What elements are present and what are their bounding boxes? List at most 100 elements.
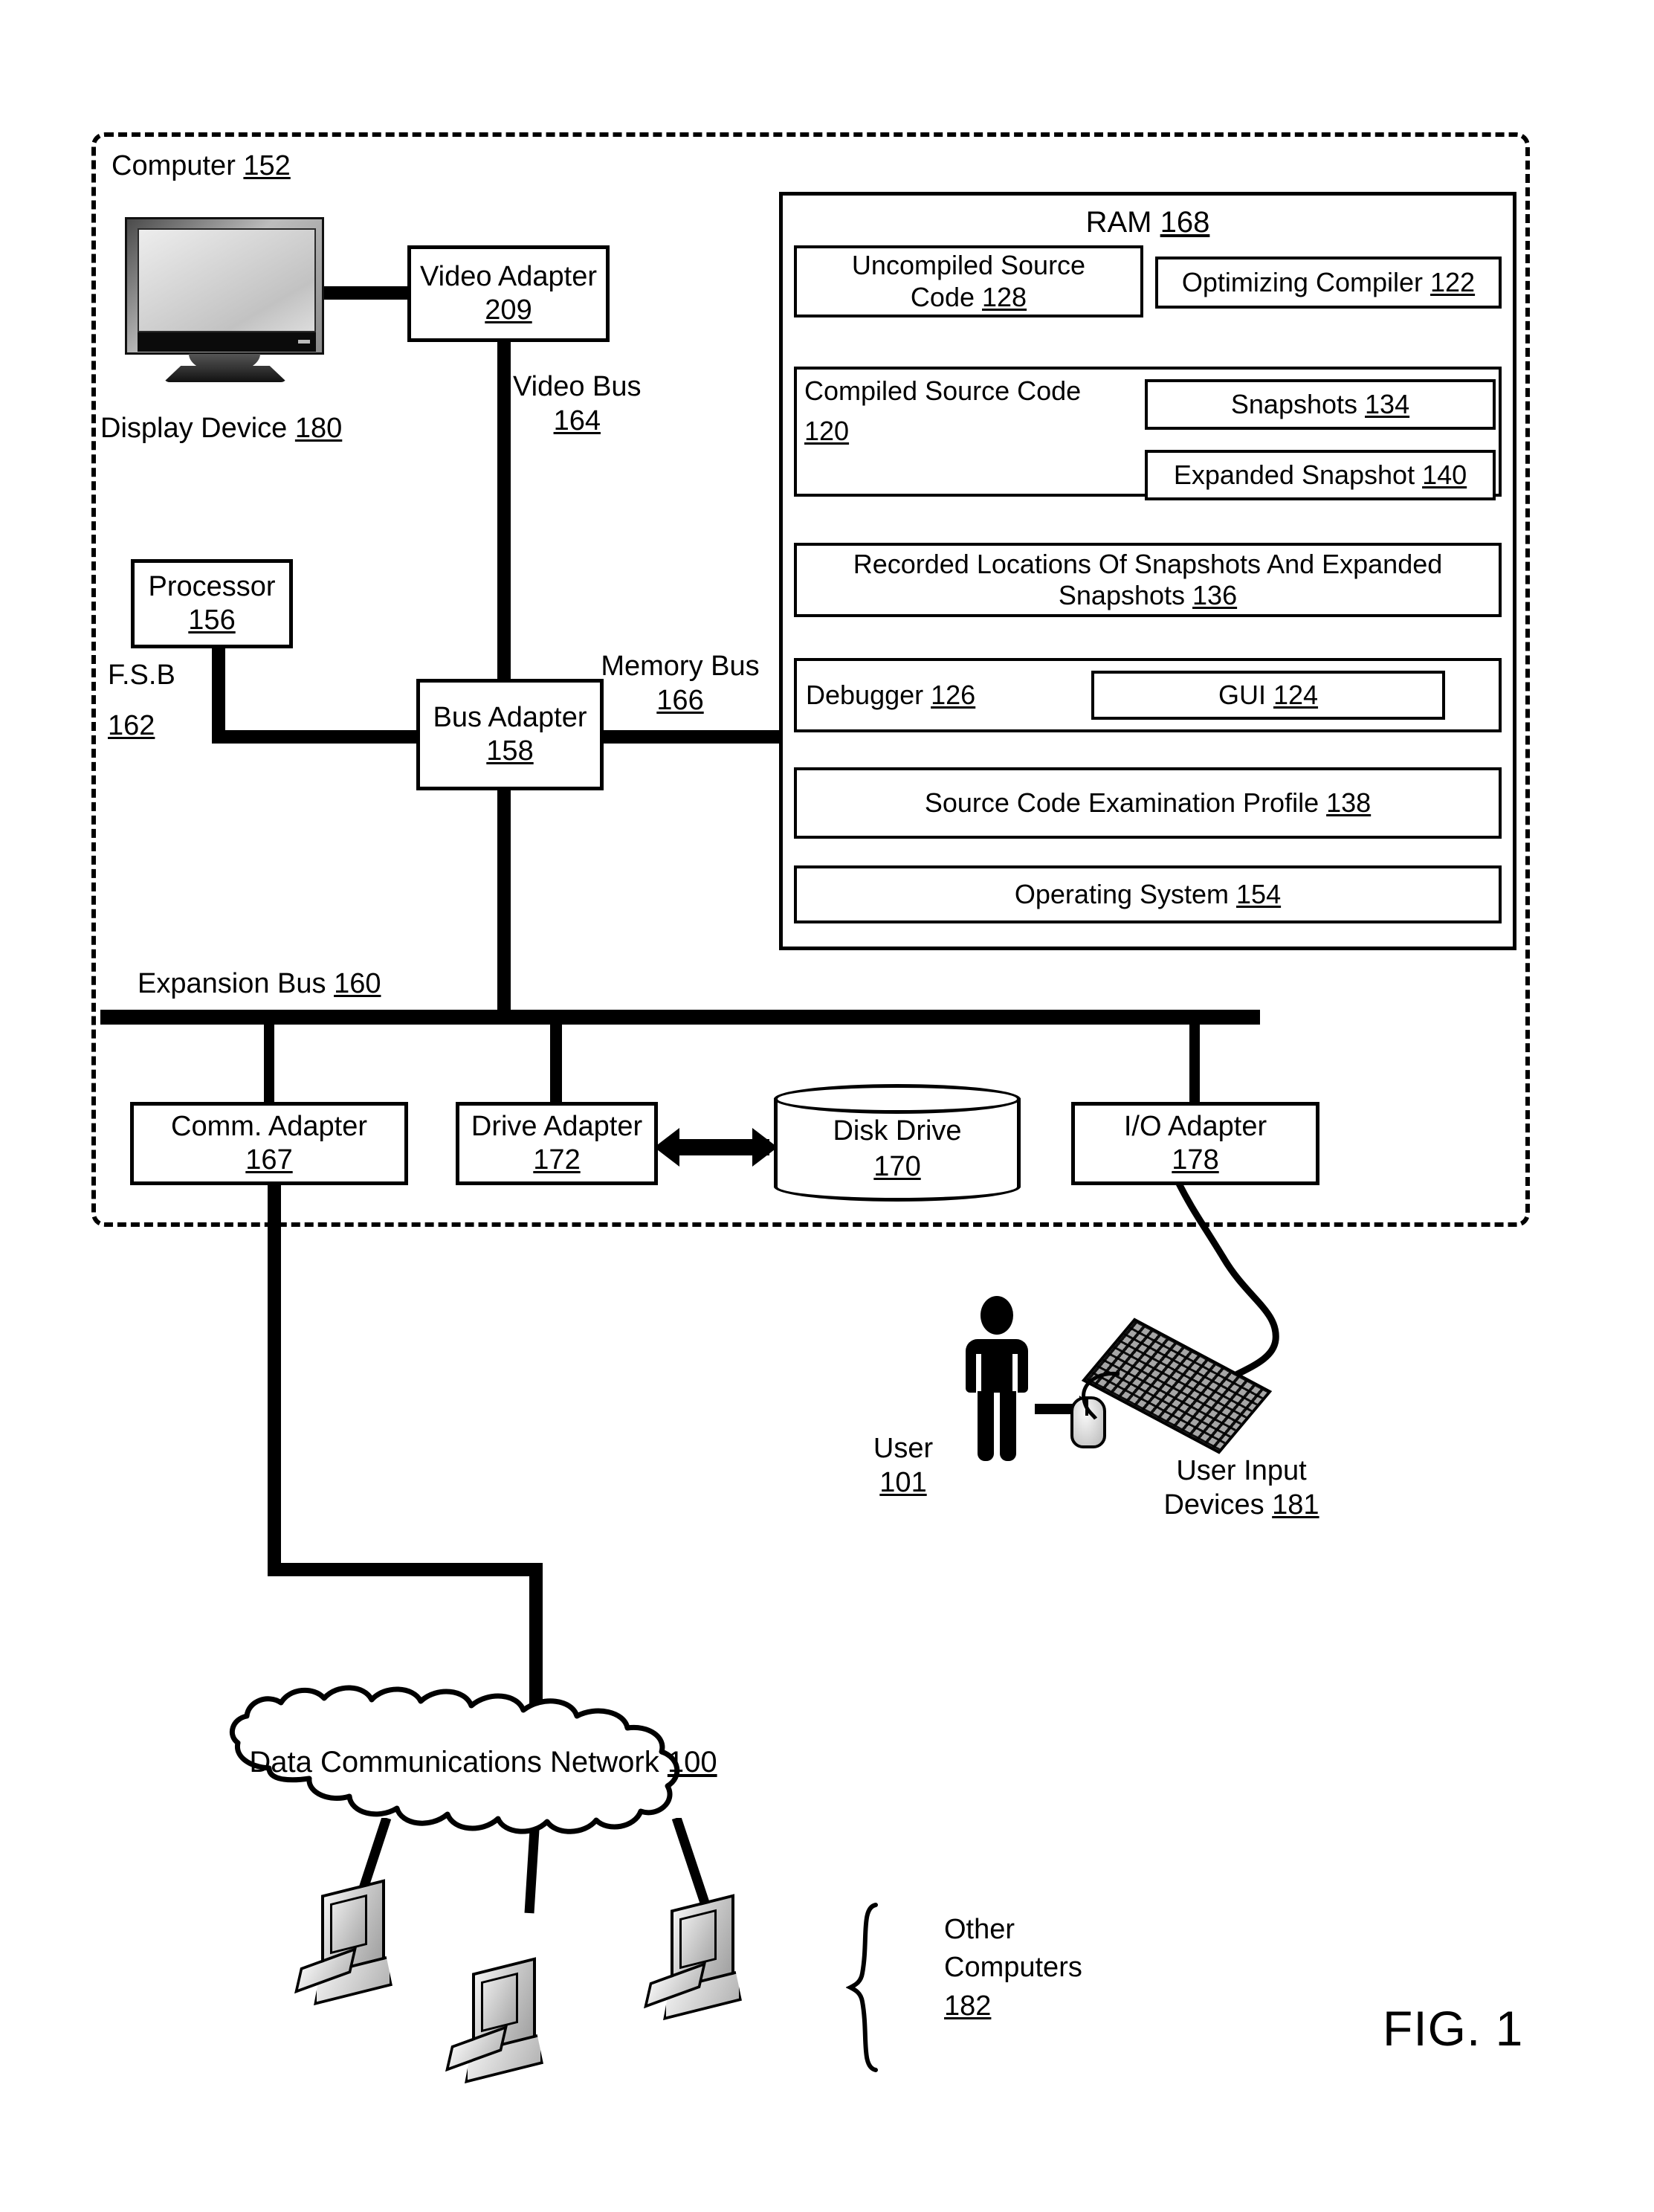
comm-adapter-ref: 167: [245, 1144, 293, 1176]
video-bus-label-text: Video Bus: [513, 371, 642, 402]
fsb-label: F.S.B 162: [108, 658, 175, 744]
display-to-video-adapter-line: [321, 286, 410, 300]
uncompiled-source-code-line2: Code: [910, 281, 975, 312]
compiled-source-code-line1: Compiled Source Code: [804, 375, 1082, 406]
network-label-text: Data Communications Network: [249, 1746, 659, 1779]
computer-label-text: Computer: [112, 150, 236, 181]
processor-box[interactable]: Processor 156: [131, 559, 293, 648]
comm-to-network-horizontal: [268, 1563, 543, 1576]
monitor-bezel: [125, 217, 324, 355]
operating-system-label: Operating System: [1014, 878, 1230, 909]
gui-label: GUI: [1218, 679, 1266, 710]
drive-adapter-ref: 172: [533, 1144, 581, 1176]
video-bus-label: Video Bus 164: [513, 370, 642, 439]
video-adapter-ref: 209: [485, 294, 532, 326]
disk-drive-ref: 170: [873, 1150, 921, 1182]
monitor-base: [164, 366, 287, 382]
other-computers-label: Other Computers 182: [944, 1911, 1082, 2025]
figure-canvas: Computer 152 Display Device 180 Video Ad…: [0, 0, 1654, 2212]
disk-drive-cylinder[interactable]: Disk Drive 170: [774, 1084, 1021, 1202]
user-icon: [961, 1296, 1033, 1461]
computer-screen-3: [679, 1909, 717, 1970]
debugger-label: Debugger: [806, 679, 924, 710]
display-device-icon: [125, 217, 324, 382]
uncompiled-source-code-box[interactable]: Uncompiled Source Code 128: [794, 245, 1143, 317]
user-input-devices-label: User Input Devices 181: [1130, 1454, 1353, 1523]
expansion-bus-label-text: Expansion Bus: [138, 968, 326, 999]
expansion-bus-line: [100, 1010, 1260, 1025]
io-adapter-label: I/O Adapter: [1123, 1111, 1267, 1143]
bus-adapter-box[interactable]: Bus Adapter 158: [416, 679, 604, 790]
display-device-ref: 180: [294, 413, 343, 444]
video-adapter-label: Video Adapter: [419, 261, 598, 293]
other-computer-icon-3[interactable]: [644, 1894, 758, 2022]
expansion-bus-ref: 160: [334, 968, 381, 999]
io-adapter-ref: 178: [1172, 1144, 1219, 1176]
disk-drive-top: [774, 1084, 1021, 1114]
monitor-power-led: [298, 340, 310, 344]
user-label: User 101: [859, 1431, 948, 1500]
other-computers-brace: [846, 1903, 878, 2072]
compiled-source-code-ref: 120: [804, 416, 850, 447]
comm-adapter-label: Comm. Adapter: [171, 1111, 367, 1143]
drive-adapter-box[interactable]: Drive Adapter 172: [456, 1102, 658, 1185]
user-input-devices-line2: Devices: [1163, 1489, 1264, 1521]
recorded-locations-line2: Snapshots: [1058, 580, 1186, 610]
expanded-snapshot-box[interactable]: Expanded Snapshot 140: [1145, 450, 1496, 500]
drive-adapter-drop-line: [550, 1023, 562, 1103]
comm-adapter-box[interactable]: Comm. Adapter 167: [130, 1102, 408, 1185]
computer-label: Computer 152: [112, 149, 291, 183]
operating-system-box[interactable]: Operating System 154: [794, 865, 1502, 923]
user-leg-left: [978, 1391, 994, 1461]
io-adapter-box[interactable]: I/O Adapter 178: [1071, 1102, 1319, 1185]
network-ref: 100: [667, 1746, 717, 1779]
optimizing-compiler-ref: 122: [1430, 266, 1476, 297]
comm-to-network-vertical-1: [268, 1185, 281, 1573]
memory-bus-label-text: Memory Bus: [601, 651, 760, 682]
monitor-chin: [138, 332, 316, 352]
network-label: Data Communications Network 100: [186, 1746, 781, 1779]
figure-caption: FIG. 1: [1383, 2001, 1524, 2056]
data-communications-network-cloud[interactable]: Data Communications Network 100: [186, 1679, 781, 1850]
video-adapter-box[interactable]: Video Adapter 209: [407, 245, 610, 342]
recorded-locations-line1: Recorded Locations Of Snapshots And Expa…: [853, 548, 1443, 579]
source-code-examination-profile-label: Source Code Examination Profile: [924, 787, 1319, 818]
expansion-bus-label: Expansion Bus 160: [138, 967, 381, 1001]
memory-bus-ref: 166: [656, 685, 704, 717]
other-computer-icon-1[interactable]: [294, 1879, 409, 2008]
other-computers-ref: 182: [944, 1990, 992, 2022]
other-computer-icon-2[interactable]: [445, 1957, 560, 2086]
snapshots-label: Snapshots: [1230, 388, 1358, 419]
computer-ref: 152: [243, 150, 291, 181]
recorded-locations-ref: 136: [1192, 580, 1238, 610]
gui-box[interactable]: GUI 124: [1091, 671, 1445, 720]
monitor-screen: [138, 228, 316, 332]
debugger-ref: 126: [931, 679, 976, 710]
io-adapter-drop-line: [1189, 1023, 1200, 1103]
fsb-label-text: F.S.B: [108, 660, 175, 691]
bus-adapter-to-expansion-line: [497, 788, 511, 1022]
display-device-label-text: Display Device: [100, 413, 288, 444]
source-code-examination-profile-ref: 138: [1326, 787, 1372, 818]
disk-drive-label: Disk Drive: [833, 1115, 962, 1147]
comm-adapter-drop-line: [264, 1023, 274, 1103]
source-code-examination-profile-box[interactable]: Source Code Examination Profile 138: [794, 767, 1502, 839]
user-input-devices-line1: User Input: [1176, 1455, 1307, 1486]
uncompiled-source-code-line1: Uncompiled Source: [851, 250, 1086, 281]
computer-screen-2: [481, 1972, 518, 2033]
fsb-horizontal-line: [212, 730, 424, 744]
recorded-locations-box[interactable]: Recorded Locations Of Snapshots And Expa…: [794, 543, 1502, 617]
operating-system-ref: 154: [1236, 878, 1282, 909]
ram-label: RAM: [1085, 206, 1152, 239]
other-computers-line1: Other: [944, 1914, 1015, 1945]
memory-bus-label: Memory Bus 166: [587, 649, 773, 718]
snapshots-box[interactable]: Snapshots 134: [1145, 379, 1496, 430]
user-ref: 101: [879, 1467, 927, 1499]
expanded-snapshot-label: Expanded Snapshot: [1173, 459, 1415, 490]
gui-ref: 124: [1273, 679, 1319, 710]
user-label-text: User: [873, 1433, 934, 1464]
display-device-label: Display Device 180: [100, 411, 342, 445]
snapshots-ref: 134: [1365, 388, 1410, 419]
bus-adapter-label: Bus Adapter: [433, 702, 587, 734]
optimizing-compiler-box[interactable]: Optimizing Compiler 122: [1155, 257, 1502, 309]
